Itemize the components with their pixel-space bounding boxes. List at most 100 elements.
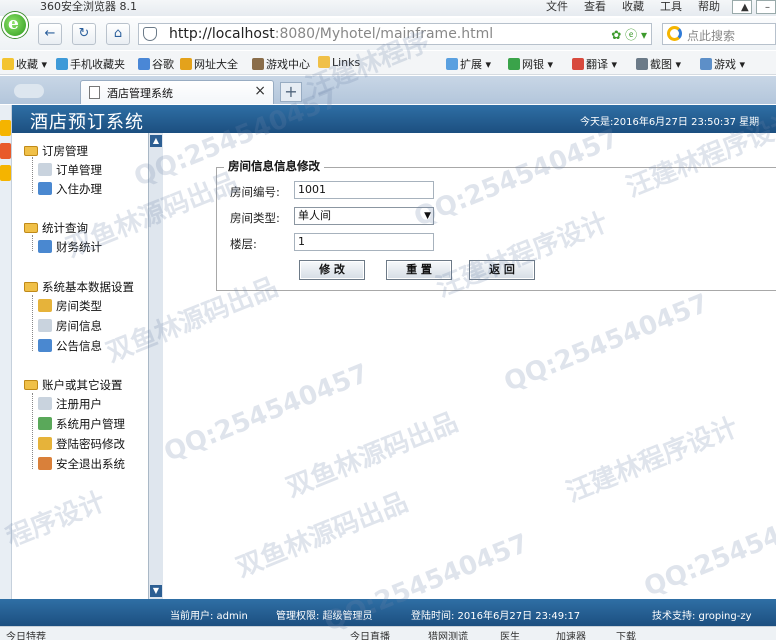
edit-icon (38, 339, 52, 352)
nav-group-basedata[interactable]: 系统基本数据设置 (24, 279, 134, 295)
search-box[interactable]: 点此搜索 (662, 23, 776, 45)
document-icon (38, 163, 52, 176)
fav-gamebox[interactable]: 游戏 ▾ (700, 56, 745, 72)
status-doctor[interactable]: 医生 (500, 628, 520, 640)
nav-item-orders[interactable]: 订单管理 (38, 162, 102, 178)
menu-view[interactable]: 查看 (576, 0, 614, 14)
floor-input[interactable]: 1 (294, 233, 434, 251)
browser-sidebar-strip (0, 105, 12, 615)
close-tab-icon[interactable]: × (254, 83, 266, 99)
browser-logo-icon: e (0, 6, 30, 44)
sidebar-tool-icon[interactable] (0, 120, 11, 136)
address-url[interactable]: http://localhost:8080/Myhotel/mainframe.… (169, 26, 493, 42)
sidebar-tool-icon[interactable] (0, 143, 11, 159)
fav-mobile[interactable]: 手机收藏夹 (56, 56, 125, 72)
nav-item-notices[interactable]: 公告信息 (38, 338, 102, 354)
app-brand: 酒店预订系统 (30, 112, 144, 133)
window-up-icon[interactable]: ▲ (732, 0, 752, 14)
sidebar-scrollbar[interactable]: ▲ ▼ (148, 133, 163, 599)
sidebar-tool-icon[interactable] (0, 165, 11, 181)
search-engine-icon[interactable] (667, 26, 682, 41)
fav-games[interactable]: 游戏中心 (252, 56, 310, 72)
menu-file[interactable]: 文件 (538, 0, 576, 14)
address-bar[interactable]: http://localhost:8080/Myhotel/mainframe.… (138, 23, 652, 45)
cloud-icon[interactable] (14, 84, 44, 98)
search-input[interactable]: 点此搜索 (687, 27, 735, 44)
tab-title: 酒店管理系统 (107, 87, 173, 100)
nav-item-register-user[interactable]: 注册用户 (38, 396, 102, 412)
window-title: 360安全浏览器 8.1 (40, 0, 137, 13)
pencil-icon (38, 299, 52, 312)
footer-permission: 管理权限: 超级管理员 (276, 611, 373, 622)
users-icon (38, 417, 52, 430)
favorites-bar: 收藏 ▾ 手机收藏夹 谷歌 网址大全 游戏中心 Links 扩展 ▾ 网银 ▾ … (0, 51, 776, 75)
nav-item-system-users[interactable]: 系统用户管理 (38, 416, 125, 432)
browser-navbar: ← ↻ ⌂ http://localhost:8080/Myhotel/main… (0, 18, 776, 50)
fav-screenshot[interactable]: 截图 ▾ (636, 56, 681, 72)
app-footer: 当前用户: admin 管理权限: 超级管理员 登陆时间: 2016年6月27日… (0, 599, 776, 626)
room-type-select[interactable]: 单人间 ▼ (294, 207, 434, 225)
exit-icon (38, 457, 52, 470)
status-scam-check[interactable]: 猎网测谎 (428, 628, 468, 640)
fav-extensions[interactable]: 扩展 ▾ (446, 56, 491, 72)
refresh-icon[interactable]: ↻ (72, 23, 96, 45)
menu-help[interactable]: 帮助 (690, 0, 728, 14)
modify-button[interactable]: 修 改 (299, 260, 365, 280)
nav-group-stats[interactable]: 统计查询 (24, 220, 88, 236)
browser-statusbar: 今日特荐 今日直播 猎网测谎 医生 加速器 下载 (0, 626, 776, 640)
fav-sites[interactable]: 网址大全 (180, 56, 238, 72)
home-icon[interactable]: ⌂ (106, 23, 130, 45)
room-number-input[interactable]: 1001 (294, 181, 434, 199)
back-icon[interactable]: ← (38, 23, 62, 45)
room-number-label: 房间编号: (230, 185, 280, 199)
nav-sidebar: 订房管理 订单管理 入住办理 统计查询 财务统计 系统基本数据设置 房间类型 房… (12, 133, 148, 599)
nav-item-checkin[interactable]: 入住办理 (38, 181, 102, 197)
menu-tools[interactable]: 工具 (652, 0, 690, 14)
back-button[interactable]: 返 回 (469, 260, 535, 280)
tab-bar: 酒店管理系统 × + (0, 76, 776, 104)
browser-titlebar: 360安全浏览器 8.1 文件 查看 收藏 工具 帮助 ▲ – (0, 0, 776, 16)
nav-item-change-password[interactable]: 登陆密码修改 (38, 436, 125, 452)
scroll-down-icon[interactable]: ▼ (150, 585, 162, 597)
fav-collect[interactable]: 收藏 ▾ (2, 56, 47, 72)
nav-item-finance[interactable]: 财务统计 (38, 239, 102, 255)
tab-hotel-system[interactable]: 酒店管理系统 × (80, 80, 274, 104)
current-date: 今天是:2016年6月27日 23:50:37 星期 (580, 117, 760, 128)
room-type-label: 房间类型: (230, 211, 280, 225)
page-icon (89, 86, 100, 99)
status-live[interactable]: 今日直播 (350, 628, 390, 640)
main-content: 房间信息信息修改 房间编号: 1001 房间类型: 单人间 ▼ 楼层: 1 修 改… (164, 133, 776, 599)
status-accelerator[interactable]: 加速器 (556, 628, 586, 640)
fav-bank[interactable]: 网银 ▾ (508, 56, 553, 72)
footer-login-time: 登陆时间: 2016年6月27日 23:49:17 (411, 611, 581, 622)
status-recommend[interactable]: 今日特荐 (6, 628, 46, 640)
chevron-down-icon: ▼ (424, 211, 431, 221)
menu-favorites[interactable]: 收藏 (614, 0, 652, 14)
scroll-up-icon[interactable]: ▲ (150, 135, 162, 147)
window-minimize-icon[interactable]: – (756, 0, 776, 14)
fav-links[interactable]: Links (318, 56, 360, 69)
folder-icon (24, 282, 38, 292)
lock-icon (38, 437, 52, 450)
nav-group-booking[interactable]: 订房管理 (24, 143, 88, 159)
browser-menu: 文件 查看 收藏 工具 帮助 ▲ – (538, 0, 776, 14)
shield-icon (143, 27, 157, 41)
document-icon (38, 319, 52, 332)
folder-icon (24, 380, 38, 390)
floor-label: 楼层: (230, 237, 257, 251)
nav-item-room-types[interactable]: 房间类型 (38, 298, 102, 314)
compat-mode-icon[interactable]: ✿ ⓔ ▾ (611, 26, 647, 43)
reset-button[interactable]: 重 置 (386, 260, 452, 280)
new-tab-button[interactable]: + (280, 82, 302, 102)
edit-icon (38, 240, 52, 253)
folder-icon (24, 223, 38, 233)
status-download[interactable]: 下载 (616, 628, 636, 640)
nav-group-account[interactable]: 账户或其它设置 (24, 377, 123, 393)
app-header: 酒店预订系统 今天是:2016年6月27日 23:50:37 星期 (0, 105, 776, 133)
folder-icon (24, 146, 38, 156)
fav-translate[interactable]: 翻译 ▾ (572, 56, 617, 72)
document-icon (38, 397, 52, 410)
fav-google[interactable]: 谷歌 (138, 56, 174, 72)
nav-item-logout[interactable]: 安全退出系统 (38, 456, 125, 472)
nav-item-room-info[interactable]: 房间信息 (38, 318, 102, 334)
